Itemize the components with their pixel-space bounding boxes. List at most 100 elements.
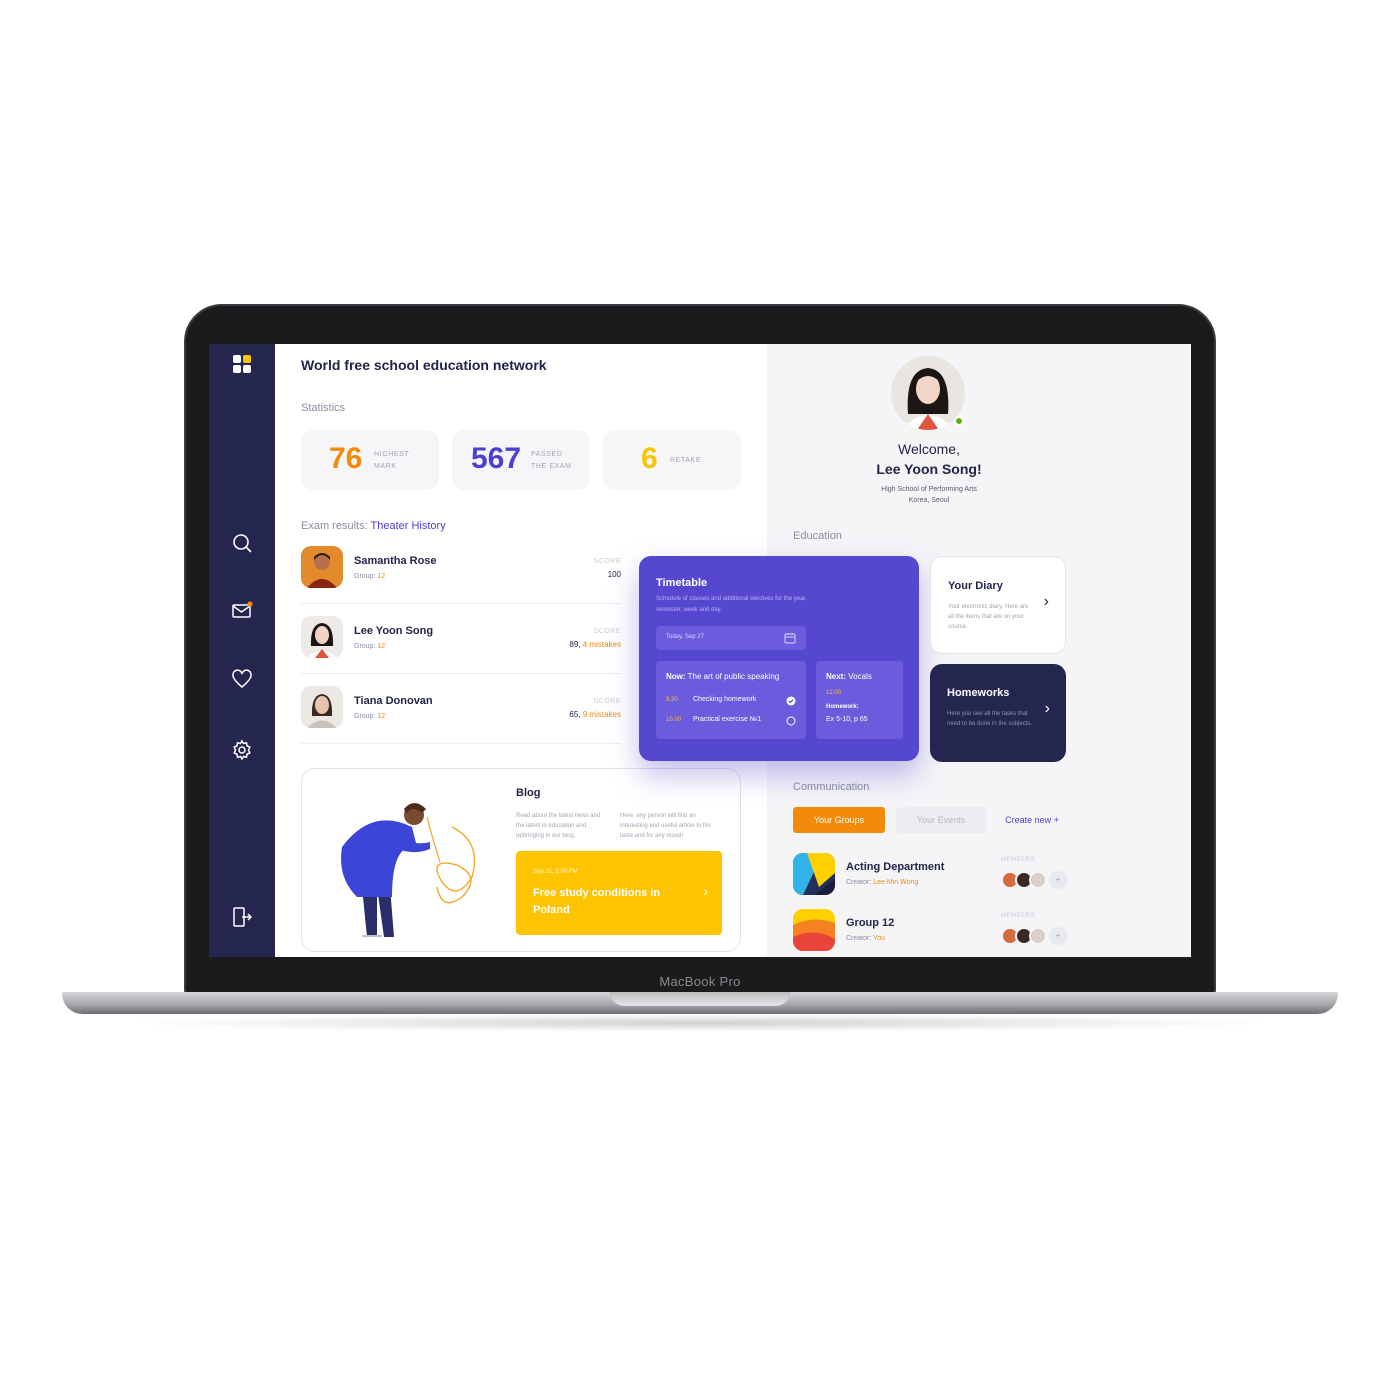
table-row[interactable]: Samantha Rose Group: 12 SCORE 100 (301, 546, 621, 610)
tab-your-groups[interactable]: Your Groups (793, 807, 885, 833)
task-label: Checking homework (693, 696, 757, 703)
homeworks-card[interactable]: Homeworks Here you see all the tasks tha… (930, 664, 1066, 762)
more-members-button[interactable]: + (1049, 871, 1067, 889)
next-class-time: 12.00 (826, 690, 842, 696)
sidebar (209, 344, 275, 957)
diary-description: Your electronic diary. Here are all the … (948, 604, 1029, 630)
stat-value: 76 (329, 442, 363, 475)
score-label: SCORE (593, 628, 621, 635)
stat-retake: 6 RETAKE (603, 430, 741, 490)
group-creator: Creator: You (846, 935, 885, 942)
dashboard-icon[interactable] (230, 352, 254, 376)
blog-featured-post[interactable]: Sep 25, 8:00 PM Free study conditions in… (516, 851, 722, 935)
homeworks-description: Here you see all the tasks that need to … (947, 711, 1033, 727)
heart-icon[interactable] (230, 667, 254, 691)
row-divider (301, 743, 621, 744)
stat-value: 6 (641, 442, 658, 475)
member-avatar[interactable] (1029, 871, 1047, 889)
blog-card[interactable]: Blog Read about the latest news and the … (301, 768, 741, 952)
date-value: Today, Sep 27 (666, 634, 704, 640)
group-icon (793, 853, 835, 895)
timetable-card[interactable]: Timetable Schedule of classes and additi… (639, 556, 919, 761)
profile-school: High School of Performing Arts (881, 486, 977, 493)
education-label: Education (793, 530, 842, 542)
page-title: World free school education network (301, 357, 547, 373)
avatar (301, 616, 343, 658)
student-group: Group: 12 (354, 643, 386, 650)
next-class-title: Next: Vocals (826, 672, 872, 681)
student-name: Lee Yoon Song (354, 625, 434, 637)
blog-title: Blog (516, 787, 541, 799)
score-value: 65, 9 mistakes (569, 710, 621, 719)
statistics-label: Statistics (301, 402, 346, 414)
search-icon[interactable] (230, 531, 254, 555)
score-value: 89, 4 mistakes (569, 640, 621, 649)
laptop-shadow (120, 1014, 1280, 1032)
person-illustration (341, 803, 476, 937)
score-value: 100 (607, 570, 621, 579)
avatar (301, 686, 343, 728)
date-picker[interactable]: Today, Sep 27 (656, 626, 806, 650)
student-name: Tiana Donovan (354, 695, 433, 707)
current-class-title: Now: The art of public speaking (666, 672, 780, 681)
stat-passed-exam: 567 PASSED THE EXAM (452, 430, 590, 490)
blog-description: Read about the latest news and the lates… (516, 813, 601, 839)
calendar-icon[interactable] (784, 632, 796, 644)
group-name: Acting Department (846, 861, 945, 873)
diary-card[interactable]: Your Diary Your electronic diary. Here a… (930, 556, 1066, 654)
student-name: Samantha Rose (354, 555, 437, 567)
checkbox-empty-icon[interactable] (786, 716, 796, 726)
profile-location: Korea, Seoul (908, 497, 950, 504)
members-label: MEMBERS (1001, 857, 1035, 863)
list-item[interactable]: Acting Department Creator: Lee Min Wong … (793, 853, 1069, 897)
homeworks-title: Homeworks (947, 687, 1010, 699)
table-row[interactable]: Lee Yoon Song Group: 12 SCORE 89, 4 mist… (301, 616, 621, 680)
current-class[interactable]: Now: The art of public speaking 9.30 Che… (656, 661, 806, 739)
post-title: Free study conditions in Poland (533, 887, 661, 916)
stat-label: PASSED THE EXAM (531, 451, 572, 470)
task-time: 9.30 (666, 697, 678, 703)
chevron-right-icon[interactable]: › (1044, 593, 1049, 611)
row-divider (301, 673, 621, 674)
chevron-right-icon[interactable]: › (1045, 700, 1050, 718)
checkbox-checked-icon[interactable] (786, 696, 796, 706)
exam-results-label: Exam results: Theater History (301, 520, 446, 532)
student-group: Group: 12 (354, 713, 386, 720)
row-divider (301, 603, 621, 604)
stat-label: RETAKE (670, 457, 702, 464)
create-new-button[interactable]: Create new + (997, 807, 1067, 833)
gear-icon[interactable] (230, 738, 254, 762)
tab-your-events[interactable]: Your Events (896, 807, 986, 833)
laptop-notch (610, 992, 790, 1006)
group-name: Group 12 (846, 917, 895, 929)
group-icon (793, 909, 835, 951)
timetable-title: Timetable (656, 577, 708, 589)
mail-icon[interactable] (230, 599, 254, 623)
homework-value: Ex 5-10, p 65 (826, 716, 868, 723)
student-group: Group: 12 (354, 573, 386, 580)
more-members-button[interactable]: + (1049, 927, 1067, 945)
task-time: 10.00 (666, 717, 682, 723)
blog-description-secondary: Here, any person will find an interestin… (620, 813, 711, 839)
group-creator: Creator: Lee Min Wong (846, 879, 919, 886)
stat-highest-mark: 76 HIGHEST MARK (301, 430, 439, 490)
stat-value: 567 (471, 442, 522, 475)
post-date: Sep 25, 8:00 PM (533, 869, 578, 875)
profile-name: Lee Yoon Song! (876, 461, 982, 477)
table-row[interactable]: Tiana Donovan Group: 12 SCORE 65, 9 mist… (301, 686, 621, 750)
next-class[interactable]: Next: Vocals 12.00 Homework: Ex 5-10, p … (816, 661, 903, 739)
list-item[interactable]: Group 12 Creator: You MEMBERS + (793, 909, 1069, 953)
stat-label: HIGHEST MARK (374, 451, 410, 470)
exam-subject-link[interactable]: Theater History (371, 520, 446, 532)
communication-label: Communication (793, 781, 870, 793)
avatar (301, 546, 343, 588)
chevron-right-icon[interactable]: › (703, 883, 708, 899)
logout-icon[interactable] (230, 905, 254, 929)
timetable-description: Schedule of classes and additional elect… (656, 596, 807, 613)
online-status-indicator (954, 416, 964, 426)
diary-title: Your Diary (948, 580, 1003, 592)
app-screen: World free school education network Stat… (209, 344, 1191, 957)
score-label: SCORE (593, 698, 621, 705)
device-label: MacBook Pro (659, 974, 741, 989)
member-avatar[interactable] (1029, 927, 1047, 945)
